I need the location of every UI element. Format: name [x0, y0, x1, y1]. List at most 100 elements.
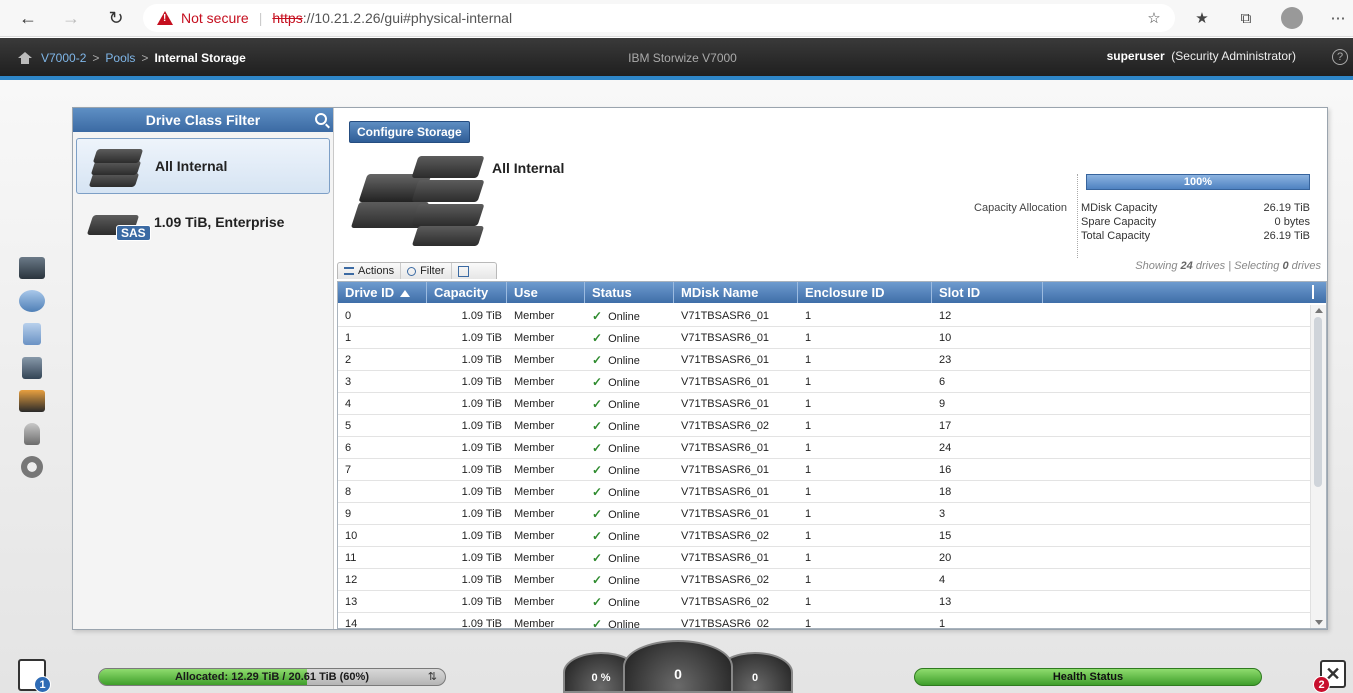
- cell-slot-id: 23: [939, 353, 952, 366]
- cell-enclosure-id: 1: [805, 353, 812, 366]
- cell-use: Member: [514, 617, 555, 629]
- cell-use: Member: [514, 375, 555, 388]
- search-icon[interactable]: [315, 113, 327, 125]
- table-row[interactable]: 2 1.09 TiB Member ✓ Online V71TBSASR6_01 1 23: [338, 349, 1310, 371]
- filter-header: Drive Class Filter: [73, 108, 333, 132]
- capacity-row-value: 26.19 TiB: [1263, 230, 1310, 242]
- cell-status: ✓ Online: [585, 397, 674, 411]
- status-text: Online: [608, 618, 640, 629]
- cell-use: Member: [514, 463, 555, 476]
- column-label: Status: [592, 285, 632, 300]
- column-mdisk-name[interactable]: MDisk Name: [674, 282, 798, 303]
- breadcrumb-pools[interactable]: Pools: [105, 51, 135, 65]
- cell-use: Member: [514, 507, 555, 520]
- online-check-icon: ✓: [592, 550, 603, 565]
- allocation-status-bar[interactable]: Allocated: 12.29 TiB / 20.61 TiB (60%) ⇅: [98, 668, 446, 686]
- security-label[interactable]: Not secure: [181, 10, 249, 26]
- online-check-icon: ✓: [592, 616, 603, 629]
- cell-status: ✓ Online: [585, 551, 674, 565]
- performance-gauges[interactable]: 0 % 0 0: [563, 640, 793, 693]
- table-scrollbar[interactable]: [1310, 305, 1326, 628]
- forward-icon[interactable]: →: [58, 6, 84, 30]
- configure-storage-button[interactable]: Configure Storage: [349, 121, 470, 143]
- health-status-bar[interactable]: Health Status: [914, 668, 1262, 686]
- table-row[interactable]: 9 1.09 TiB Member ✓ Online V71TBSASR6_01 1 3: [338, 503, 1310, 525]
- summary-prefix: Showing: [1135, 260, 1181, 272]
- cell-mdisk-name: V71TBSASR6_01: [681, 463, 770, 476]
- help-icon[interactable]: ?: [1332, 49, 1348, 65]
- back-icon[interactable]: ←: [15, 6, 41, 30]
- column-status[interactable]: Status: [585, 282, 674, 303]
- cell-capacity: 1.09 TiB: [461, 419, 502, 432]
- table-body: 0 1.09 TiB Member ✓ Online V71TBSASR6_01 1 12 1 1…: [338, 305, 1310, 629]
- profile-avatar[interactable]: [1281, 7, 1303, 29]
- add-favorite-icon[interactable]: ☆: [1143, 7, 1165, 29]
- nav-volumes-icon[interactable]: [14, 320, 50, 348]
- online-check-icon: ✓: [592, 462, 603, 477]
- warning-icon: [157, 11, 173, 25]
- url-protocol: https: [272, 10, 303, 26]
- table-row[interactable]: 0 1.09 TiB Member ✓ Online V71TBSASR6_01 1 12: [338, 305, 1310, 327]
- online-check-icon: ✓: [592, 506, 603, 521]
- cell-enclosure-id: 1: [805, 441, 812, 454]
- status-text: Online: [608, 508, 640, 521]
- table-row[interactable]: 8 1.09 TiB Member ✓ Online V71TBSASR6_01 1 18: [338, 481, 1310, 503]
- selection-summary: Showing 24 drives | Selecting 0 drives: [1135, 260, 1321, 272]
- nav-pools-icon[interactable]: [14, 287, 50, 315]
- table-row[interactable]: 7 1.09 TiB Member ✓ Online V71TBSASR6_01 1 16: [338, 459, 1310, 481]
- collections-icon[interactable]: ⧉: [1235, 7, 1257, 29]
- table-row[interactable]: 14 1.09 TiB Member ✓ Online V71TBSASR6_02 1 1: [338, 613, 1310, 629]
- column-use[interactable]: Use: [507, 282, 585, 303]
- cell-mdisk-name: V71TBSASR6_01: [681, 507, 770, 520]
- refresh-icon[interactable]: ↻: [103, 6, 129, 30]
- breadcrumb-system[interactable]: V7000-2: [41, 51, 86, 65]
- cell-enclosure-id: 1: [805, 617, 812, 629]
- cell-enclosure-id: 1: [805, 309, 812, 322]
- cell-mdisk-name: V71TBSASR6_01: [681, 441, 770, 454]
- filter-item-enterprise[interactable]: SAS 1.09 TiB, Enterprise: [76, 194, 330, 250]
- more-menu-icon[interactable]: ⋯: [1327, 7, 1349, 29]
- cell-capacity: 1.09 TiB: [461, 331, 502, 344]
- table-row[interactable]: 10 1.09 TiB Member ✓ Online V71TBSASR6_02 1 15: [338, 525, 1310, 547]
- scroll-up-icon[interactable]: [1315, 308, 1323, 313]
- table-row[interactable]: 12 1.09 TiB Member ✓ Online V71TBSASR6_02 1 4: [338, 569, 1310, 591]
- table-row[interactable]: 1 1.09 TiB Member ✓ Online V71TBSASR6_01 1 10: [338, 327, 1310, 349]
- cell-use: Member: [514, 529, 555, 542]
- cell-capacity: 1.09 TiB: [461, 485, 502, 498]
- table-row[interactable]: 11 1.09 TiB Member ✓ Online V71TBSASR6_01 1 20: [338, 547, 1310, 569]
- column-picker-icon[interactable]: [1312, 285, 1324, 299]
- scroll-down-icon[interactable]: [1315, 620, 1323, 625]
- address-bar[interactable]: Not secure | https ://10.21.2.26/gui#phy…: [143, 4, 1175, 32]
- favorites-icon[interactable]: ★: [1191, 7, 1213, 29]
- drive-stack-icon: [83, 143, 149, 189]
- column-drive-id[interactable]: Drive ID: [338, 282, 427, 303]
- filter-item-all-internal[interactable]: All Internal: [76, 138, 330, 194]
- nav-monitoring-icon[interactable]: [14, 254, 50, 282]
- column-enclosure-id[interactable]: Enclosure ID: [798, 282, 932, 303]
- filter-button[interactable]: Filter: [401, 263, 452, 279]
- filter-title: Drive Class Filter: [145, 112, 261, 128]
- table-row[interactable]: 4 1.09 TiB Member ✓ Online V71TBSASR6_01 1 9: [338, 393, 1310, 415]
- nav-copy-services-icon[interactable]: [14, 387, 50, 415]
- toggle-arrows-icon[interactable]: ⇅: [428, 670, 437, 683]
- cell-slot-id: 13: [939, 595, 952, 608]
- nav-hosts-icon[interactable]: [14, 354, 50, 382]
- actions-menu-button[interactable]: Actions: [338, 263, 402, 279]
- home-icon[interactable]: [18, 52, 32, 64]
- table-row[interactable]: 3 1.09 TiB Member ✓ Online V71TBSASR6_01 1 6: [338, 371, 1310, 393]
- capacity-summary: 100% MDisk Capacity 26.19 TiB Spare Capa…: [1077, 174, 1310, 258]
- table-row[interactable]: 5 1.09 TiB Member ✓ Online V71TBSASR6_02 1 17: [338, 415, 1310, 437]
- table-row[interactable]: 6 1.09 TiB Member ✓ Online V71TBSASR6_01 1 24: [338, 437, 1310, 459]
- save-icon[interactable]: [457, 265, 469, 277]
- user-info[interactable]: superuser (Security Administrator): [1107, 49, 1296, 63]
- online-check-icon: ✓: [592, 374, 603, 389]
- nav-settings-gear-icon[interactable]: [14, 453, 50, 481]
- cell-mdisk-name: V71TBSASR6_02: [681, 419, 770, 432]
- column-capacity[interactable]: Capacity: [427, 282, 507, 303]
- nav-access-lock-icon[interactable]: [14, 420, 50, 448]
- scroll-thumb[interactable]: [1314, 317, 1322, 487]
- column-label: Slot ID: [939, 285, 981, 300]
- cell-capacity: 1.09 TiB: [461, 529, 502, 542]
- column-slot-id[interactable]: Slot ID: [932, 282, 1043, 303]
- table-row[interactable]: 13 1.09 TiB Member ✓ Online V71TBSASR6_02 1 13: [338, 591, 1310, 613]
